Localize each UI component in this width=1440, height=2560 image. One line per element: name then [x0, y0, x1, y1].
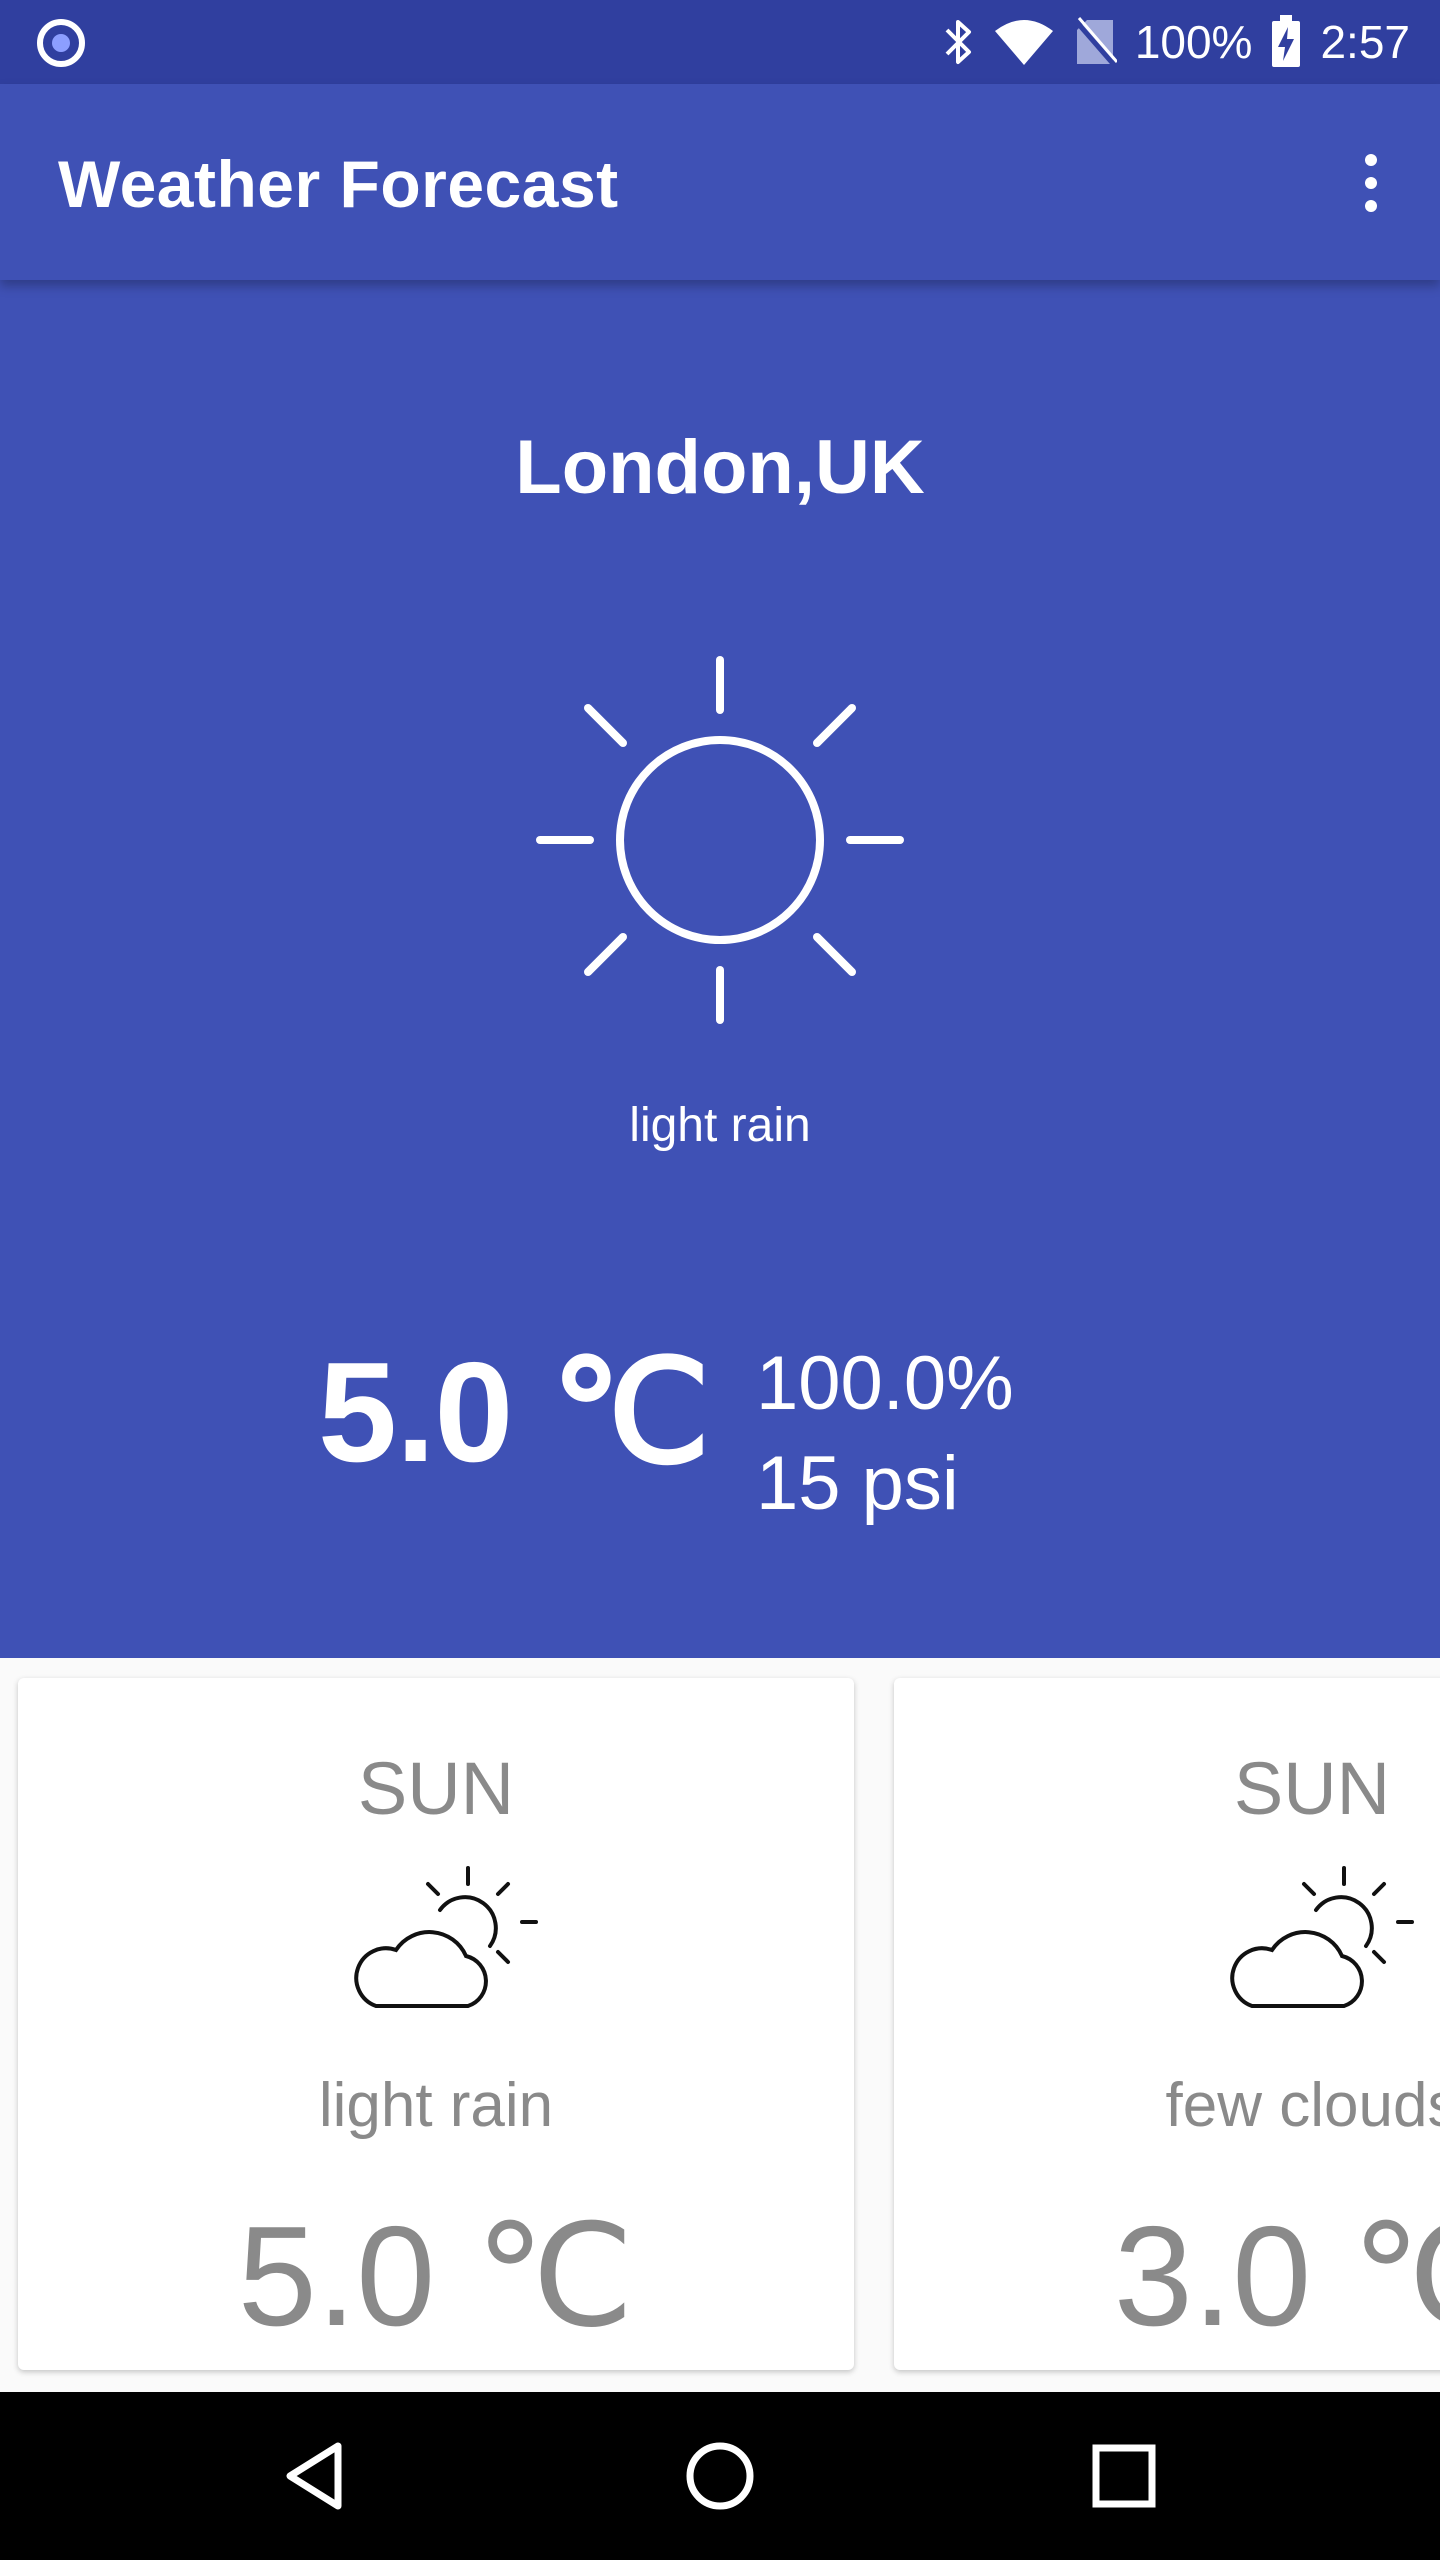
forecast-temperature: 5.0 ℃	[237, 2197, 635, 2356]
app-bar: Weather Forecast	[0, 84, 1440, 280]
battery-percent: 100%	[1134, 16, 1253, 68]
humidity-value: 100.0%	[756, 1341, 1014, 1426]
forecast-list[interactable]: SUN light rain 5.0 ℃ SUN few clouds 3.0 …	[0, 1658, 1440, 2392]
current-temperature: 5.0 ℃	[318, 1333, 710, 1492]
overflow-menu-icon[interactable]	[1346, 148, 1396, 218]
no-sim-icon	[1072, 17, 1117, 68]
status-time: 2:57	[1320, 16, 1410, 68]
bluetooth-icon	[945, 20, 971, 64]
forecast-day: SUN	[1233, 1747, 1391, 1830]
notification-dot-icon	[37, 19, 85, 67]
forecast-card[interactable]: SUN light rain 5.0 ℃	[18, 1678, 854, 2370]
navigation-bar	[0, 2392, 1440, 2560]
recents-icon[interactable]	[1084, 2436, 1164, 2516]
pressure-value: 15 psi	[756, 1441, 959, 1526]
forecast-temperature: 3.0 ℃	[1113, 2197, 1440, 2356]
sun-icon	[536, 656, 904, 1024]
partly-cloudy-icon	[1230, 1866, 1414, 2008]
weather-description: light rain	[629, 1099, 811, 1152]
status-bar: 100% 2:57	[0, 0, 1440, 84]
forecast-description: few clouds	[1165, 2071, 1440, 2140]
forecast-card[interactable]: SUN few clouds 3.0 ℃	[894, 1678, 1440, 2370]
forecast-description: light rain	[318, 2071, 554, 2140]
forecast-day: SUN	[357, 1747, 515, 1830]
city-name: London,UK	[515, 425, 925, 510]
current-weather-panel: London,UK light rain 5.0 ℃ 100.0% 15 psi	[0, 280, 1440, 1658]
home-icon[interactable]	[680, 2436, 760, 2516]
app-title: Weather Forecast	[58, 147, 619, 221]
wifi-icon	[994, 20, 1053, 65]
back-icon[interactable]	[276, 2436, 356, 2516]
partly-cloudy-icon	[354, 1866, 538, 2008]
battery-charging-icon	[1272, 15, 1301, 67]
